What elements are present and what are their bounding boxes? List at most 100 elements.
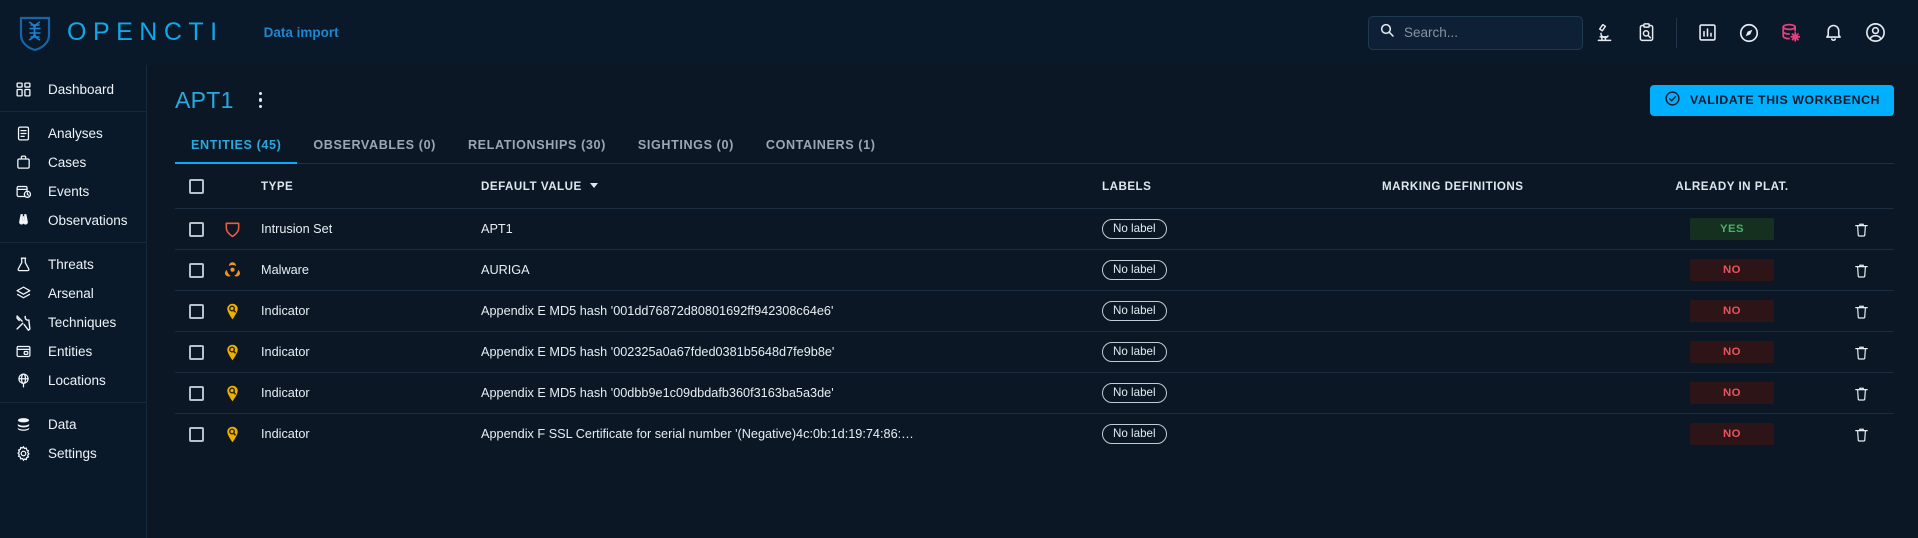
tab-entities[interactable]: ENTITIES (45)	[175, 138, 298, 164]
column-header-already-label: ALREADY IN PLAT.	[1675, 179, 1789, 193]
row-checkbox[interactable]	[189, 426, 204, 442]
cell-default-value-text: APT1	[481, 222, 513, 236]
trash-icon[interactable]	[1848, 339, 1874, 365]
label-chip[interactable]: No label	[1102, 341, 1167, 363]
tab-relationships[interactable]: RELATIONSHIPS (30)	[452, 138, 622, 163]
table-row[interactable]: Indicator Appendix E MD5 hash '002325a0a6…	[175, 331, 1894, 372]
label-chip[interactable]: No label	[1102, 300, 1167, 322]
page-title: APT1	[175, 86, 234, 113]
sidebar-item-dashboard[interactable]: Dashboard	[0, 75, 146, 104]
cell-type-text: Indicator	[261, 427, 310, 441]
sidebar-item-settings[interactable]: Settings	[0, 439, 146, 468]
sidebar-item-techniques[interactable]: Techniques	[0, 308, 146, 337]
insights-chart-icon[interactable]	[1686, 12, 1728, 54]
brand-title: OPENCTI	[67, 18, 224, 46]
cell-type: Malware	[261, 263, 481, 277]
cell-type-text: Intrusion Set	[261, 222, 333, 236]
row-select-cell	[179, 385, 223, 401]
trash-icon[interactable]	[1848, 216, 1874, 242]
table-row[interactable]: Indicator Appendix E MD5 hash '00dbb9e1c0…	[175, 372, 1894, 413]
database-stack-icon	[14, 415, 33, 434]
sidebar-item-observations[interactable]: Observations	[0, 206, 146, 235]
cell-type-text: Malware	[261, 263, 309, 277]
cell-type: Indicator	[261, 386, 481, 400]
bell-notification-icon[interactable]	[1812, 12, 1854, 54]
sidebar-item-locations[interactable]: Locations	[0, 366, 146, 395]
sidebar-item-entities[interactable]: Entities	[0, 337, 146, 366]
sidebar-item-events[interactable]: Events	[0, 177, 146, 206]
globe-pin-location-icon	[14, 371, 33, 390]
account-circle-icon[interactable]	[1854, 12, 1896, 54]
cell-default-value-text: Appendix F SSL Certificate for serial nu…	[481, 427, 914, 441]
microscope-icon[interactable]	[1583, 12, 1625, 54]
sidebar-item-label: Analyses	[48, 126, 103, 141]
status-badge: NO	[1690, 382, 1774, 404]
row-checkbox[interactable]	[189, 344, 204, 360]
sidebar-item-threats[interactable]: Threats	[0, 250, 146, 279]
column-header-type[interactable]: TYPE	[261, 177, 481, 195]
delete-cell	[1832, 339, 1890, 365]
trash-icon[interactable]	[1848, 380, 1874, 406]
cell-default-value: AURIGA	[481, 263, 1102, 277]
table-row[interactable]: Indicator Appendix F SSL Certificate for …	[175, 413, 1894, 454]
table-row[interactable]: Intrusion Set APT1 No label YES	[175, 208, 1894, 249]
sidebar-item-analyses[interactable]: Analyses	[0, 119, 146, 148]
tab-containers[interactable]: CONTAINERS (1)	[750, 138, 892, 163]
label-chip[interactable]: No label	[1102, 218, 1167, 240]
delete-cell	[1832, 216, 1890, 242]
table-row[interactable]: Malware AURIGA No label NO	[175, 249, 1894, 290]
label-chip[interactable]: No label	[1102, 259, 1167, 281]
column-header-labels[interactable]: LABELS	[1102, 177, 1382, 195]
topbar-divider	[1676, 17, 1677, 48]
tab-sightings[interactable]: SIGHTINGS (0)	[622, 138, 750, 163]
sidebar-item-label: Threats	[48, 257, 94, 272]
cell-type-text: Indicator	[261, 345, 310, 359]
row-checkbox[interactable]	[189, 221, 204, 237]
sidebar-item-label: Entities	[48, 344, 93, 359]
table-row[interactable]: Indicator Appendix E MD5 hash '001dd76872…	[175, 290, 1894, 331]
row-checkbox[interactable]	[189, 303, 204, 319]
brand-logo-area[interactable]: OPENCTI	[16, 14, 224, 52]
search-input[interactable]	[1404, 25, 1572, 40]
sidebar-divider	[0, 111, 146, 112]
cell-already-in-platform: NO	[1632, 300, 1832, 322]
validate-workbench-button[interactable]: VALIDATE THIS WORKBENCH	[1649, 84, 1894, 116]
sidebar-item-data[interactable]: Data	[0, 410, 146, 439]
search-box[interactable]	[1368, 15, 1583, 50]
trash-icon[interactable]	[1848, 421, 1874, 447]
row-checkbox[interactable]	[189, 262, 204, 278]
cell-default-value: Appendix E MD5 hash '001dd76872d80801692…	[481, 304, 1102, 318]
cell-already-in-platform: NO	[1632, 341, 1832, 363]
trash-icon[interactable]	[1848, 257, 1874, 283]
document-analysis-icon	[14, 124, 33, 143]
row-select-cell	[179, 221, 223, 237]
label-chip[interactable]: No label	[1102, 382, 1167, 404]
column-header-marking[interactable]: MARKING DEFINITIONS	[1382, 177, 1632, 195]
nav-link-data-import[interactable]: Data import	[264, 25, 339, 40]
tab-observables[interactable]: OBSERVABLES (0)	[297, 138, 452, 163]
row-select-cell	[179, 262, 223, 278]
cell-labels: No label	[1102, 300, 1382, 322]
more-options-icon[interactable]	[250, 87, 272, 113]
database-gear-icon[interactable]	[1770, 12, 1812, 54]
column-header-labels-label: LABELS	[1102, 180, 1152, 193]
clipboard-search-icon[interactable]	[1625, 12, 1667, 54]
column-header-default-value[interactable]: DEFAULT VALUE	[481, 177, 1102, 195]
select-all-checkbox[interactable]	[189, 178, 204, 194]
tools-techniques-icon	[14, 313, 33, 332]
compass-explore-icon[interactable]	[1728, 12, 1770, 54]
delete-cell	[1832, 257, 1890, 283]
cell-default-value-text: AURIGA	[481, 263, 530, 277]
cell-default-value-text: Appendix E MD5 hash '001dd76872d80801692…	[481, 304, 834, 318]
sidebar-item-cases[interactable]: Cases	[0, 148, 146, 177]
sidebar-item-arsenal[interactable]: Arsenal	[0, 279, 146, 308]
column-header-already-in-plat[interactable]: ALREADY IN PLAT.	[1632, 180, 1832, 193]
label-chip[interactable]: No label	[1102, 423, 1167, 445]
row-checkbox[interactable]	[189, 385, 204, 401]
cell-default-value: Appendix E MD5 hash '002325a0a67fded0381…	[481, 345, 1102, 359]
cell-labels: No label	[1102, 218, 1382, 240]
cell-labels: No label	[1102, 259, 1382, 281]
cell-type: Intrusion Set	[261, 222, 481, 236]
sidebar-divider	[0, 402, 146, 403]
trash-icon[interactable]	[1848, 298, 1874, 324]
